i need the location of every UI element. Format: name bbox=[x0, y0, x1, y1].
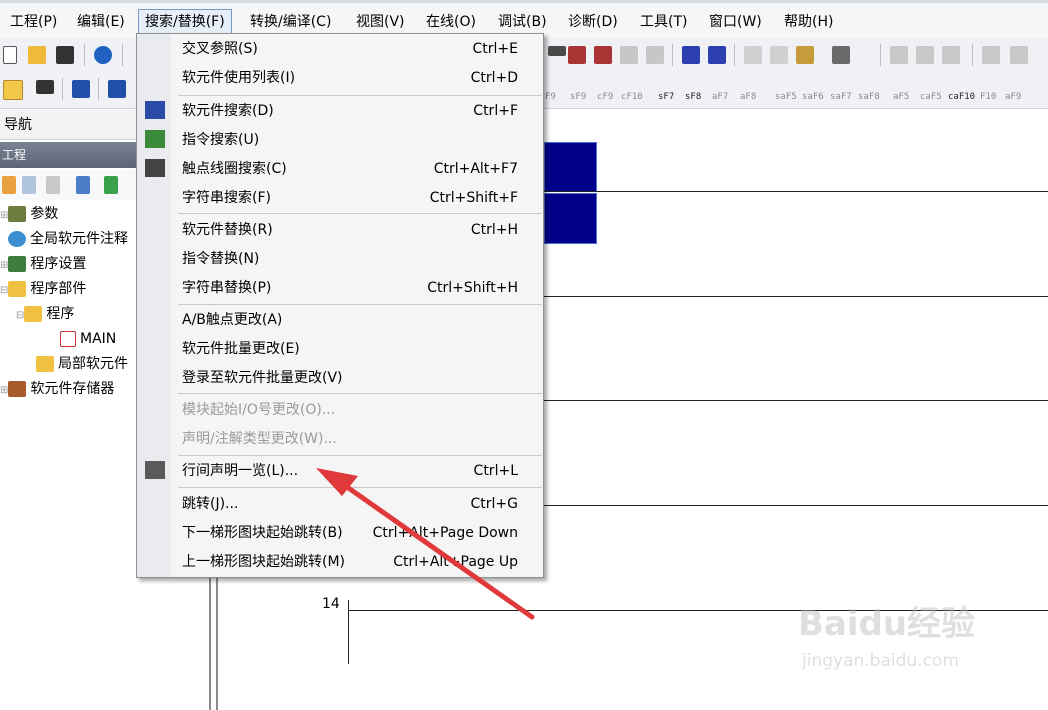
watermark-brand: Baidu经验 bbox=[798, 604, 976, 644]
watermark-url: jingyan.baidu.com bbox=[802, 651, 959, 671]
baidu-watermark: Baidu经验 jingyan.baidu.com bbox=[798, 596, 1008, 696]
